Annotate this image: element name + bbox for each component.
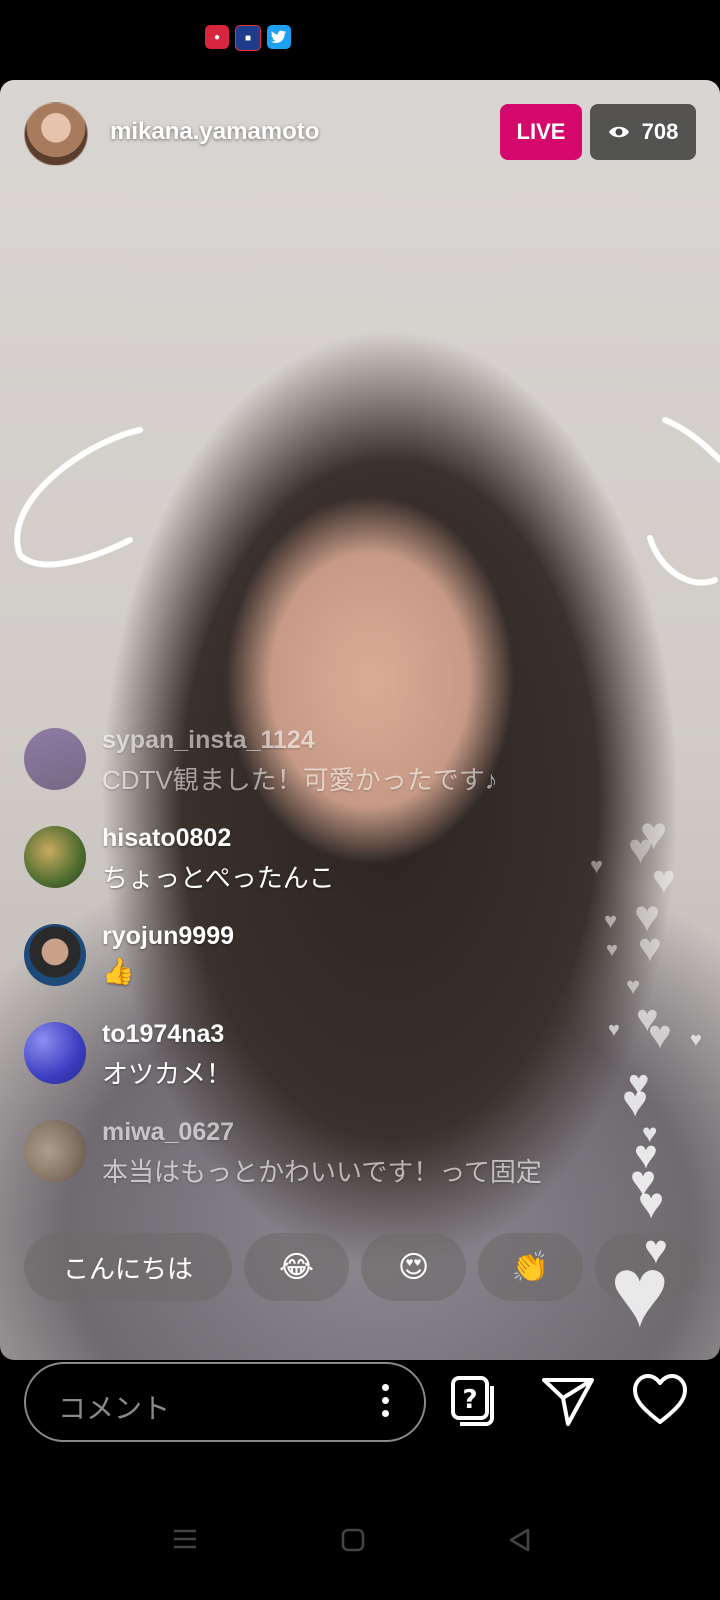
comment-avatar[interactable] [24,1120,86,1182]
comment-item: miwa_0627 本当はもっとかわいいです！って固定 [24,1114,584,1212]
comment-text: 本当はもっとかわいいです！って固定 [102,1157,542,1187]
quick-reply-emoji-button[interactable] [595,1233,700,1301]
app-notification-icon: ■ [235,25,261,51]
comment-item: sypan_insta_1124 CDTV観ました！可愛かったです♪ [24,722,584,820]
quick-reply-button[interactable]: こんにちは [24,1233,232,1301]
comment-item: ryojun9999 👍 [24,918,584,1016]
comment-username[interactable]: to1974na3 [102,1020,224,1049]
comment-placeholder: コメント [58,1393,171,1424]
comment-text: 👍 [102,956,135,986]
live-video[interactable]: mikana.yamamoto LIVE 708 sypan_insta_112… [0,80,720,1360]
like-heart-icon[interactable] [632,1372,688,1428]
quick-reply-emoji-button[interactable]: 👏 [478,1233,583,1301]
comment-avatar[interactable] [24,1022,86,1084]
comment-username[interactable]: sypan_insta_1124 [102,726,315,755]
status-bar: ● ■ [0,0,720,76]
back-icon[interactable] [508,1528,532,1552]
stream-header: mikana.yamamoto LIVE 708 [24,102,696,166]
host-avatar[interactable] [24,102,88,166]
host-username[interactable]: mikana.yamamoto [110,118,319,146]
svg-text:?: ? [462,1385,477,1415]
comment-username[interactable]: hisato0802 [102,824,231,853]
comment-avatar[interactable] [24,924,86,986]
quick-reply-emoji-button[interactable]: 😂 [244,1233,349,1301]
question-box-icon[interactable]: ? [448,1372,504,1428]
comment-username[interactable]: miwa_0627 [102,1118,234,1147]
app-notification-icon: ● [205,25,229,49]
eye-icon [608,126,629,138]
comment-username[interactable]: ryojun9999 [102,922,234,951]
notification-icons: ● ■ [205,25,291,51]
viewer-count: 708 [641,119,679,144]
live-badge: LIVE [500,104,582,160]
comment-input[interactable]: コメント [24,1362,426,1442]
comment-text: オツカメ！ [102,1059,233,1089]
recent-apps-icon[interactable] [172,1528,198,1550]
comment-text: CDTV観ました！可愛かったです♪ [102,765,498,795]
twitter-icon [267,25,291,49]
viewer-count-badge[interactable]: 708 [590,104,696,160]
comment-item: hisato0802 ちょっとぺったんこ [24,820,584,918]
quick-reply-emoji-button[interactable]: 😍 [361,1233,466,1301]
comment-avatar[interactable] [24,826,86,888]
comment-feed[interactable]: sypan_insta_1124 CDTV観ました！可愛かったです♪ hisat… [24,722,584,1212]
home-icon[interactable] [341,1528,365,1552]
send-icon[interactable] [540,1372,596,1428]
comment-avatar[interactable] [24,728,86,790]
comment-item: to1974na3 オツカメ！ [24,1016,584,1114]
system-navigation-bar [0,1500,720,1600]
more-options-icon[interactable] [382,1384,390,1420]
bottom-action-bar: コメント ? [0,1362,720,1472]
comment-text: ちょっとぺったんこ [102,863,335,893]
quick-reply-bar[interactable]: こんにちは 😂 😍 👏 [24,1233,700,1301]
